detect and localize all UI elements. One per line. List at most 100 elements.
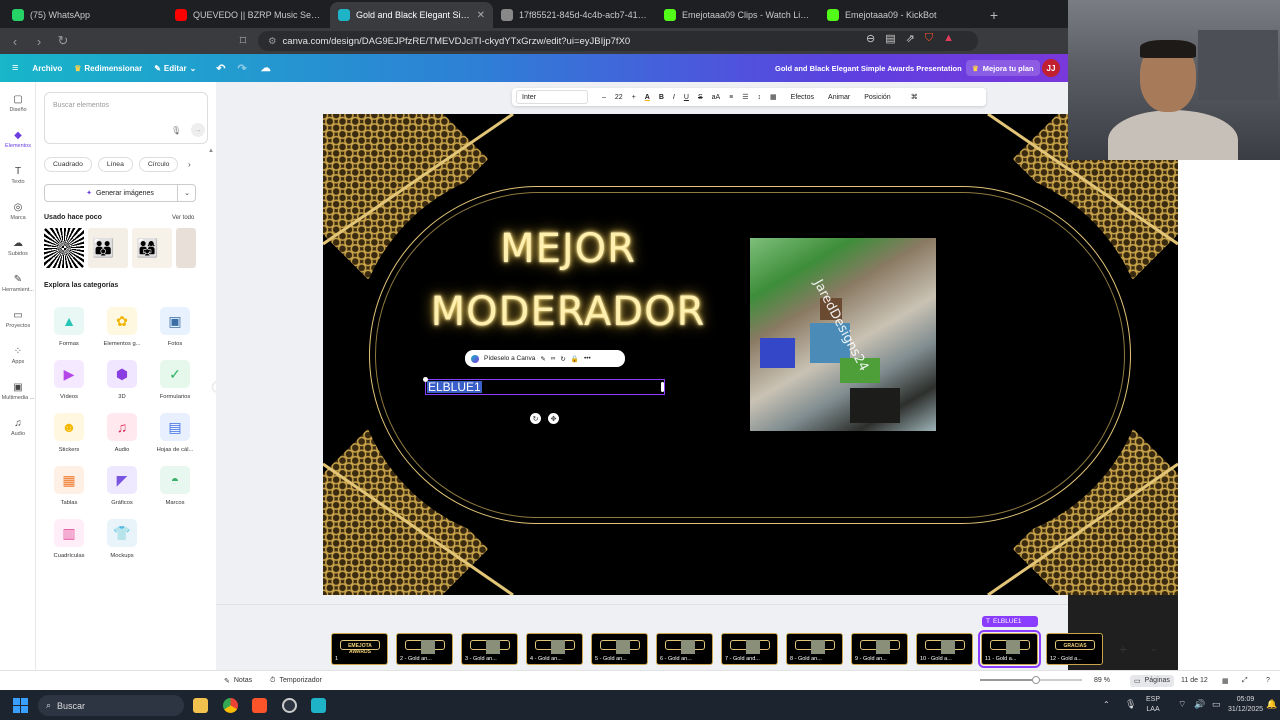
- page-thumbnail[interactable]: 3 - Gold an...: [461, 633, 518, 665]
- taskbar-search[interactable]: ⌕ Buscar: [38, 695, 184, 716]
- category-tile[interactable]: 👕 Mockups: [97, 519, 147, 559]
- generate-images-button[interactable]: ✦ Generar imágenes: [44, 184, 196, 202]
- page-thumbnail[interactable]: 10 - Gold a...: [916, 633, 973, 665]
- slide-canvas[interactable]: MEJOR MODERADOR JaredDesigns24: [323, 114, 1178, 595]
- avatar[interactable]: JJ: [1042, 59, 1060, 77]
- underline-button[interactable]: U: [684, 94, 689, 101]
- forward-icon[interactable]: ›: [32, 34, 46, 49]
- more-icon[interactable]: •••: [584, 355, 591, 362]
- file-explorer-icon[interactable]: [193, 698, 208, 713]
- category-tile[interactable]: ▤ Hojas de cál...: [150, 413, 200, 453]
- wifi-icon[interactable]: ⌔: [1178, 699, 1186, 709]
- back-icon[interactable]: ‹: [8, 34, 22, 49]
- fullscreen-icon[interactable]: ⤢: [1242, 677, 1248, 685]
- bookmark-icon[interactable]: ⌑: [236, 33, 250, 49]
- browser-tab[interactable]: (75) WhatsApp: [4, 2, 167, 28]
- list-icon[interactable]: ☰: [742, 93, 748, 101]
- category-tile[interactable]: ▶ Vídeos: [44, 360, 94, 400]
- font-size-decrease[interactable]: –: [602, 94, 606, 101]
- browser-tab[interactable]: Emejotaaa09 - KickBot: [819, 2, 982, 28]
- obs-icon[interactable]: [282, 698, 297, 713]
- align-icon[interactable]: ≡: [729, 94, 733, 101]
- rotate-handle-icon[interactable]: ↻: [530, 413, 541, 424]
- ask-canva-button[interactable]: Pídeselo a Canva: [484, 355, 535, 362]
- browser-tab[interactable]: 17f85521-845d-4c4b-acb7-41009dd: [493, 2, 656, 28]
- zoom-value[interactable]: 89 %: [1094, 677, 1110, 684]
- undo-icon[interactable]: ↶: [216, 62, 225, 75]
- microphone-icon[interactable]: 🎙: [171, 126, 181, 135]
- rail-item[interactable]: ✎ Herramient...: [0, 274, 36, 293]
- award-title-line2[interactable]: MODERADOR: [423, 289, 713, 335]
- reader-icon[interactable]: ▤: [885, 32, 895, 45]
- new-tab-button[interactable]: +: [982, 2, 1006, 28]
- add-page-button[interactable]: +: [1119, 641, 1127, 657]
- animate-button[interactable]: Animar: [828, 94, 850, 101]
- rail-item[interactable]: ◎ Marca: [0, 202, 36, 221]
- chevron-right-icon[interactable]: ›: [188, 160, 191, 169]
- page-thumbnail[interactable]: 5 - Gold an...: [591, 633, 648, 665]
- arrow-right-icon[interactable]: →: [191, 123, 205, 137]
- rail-item[interactable]: T Texto: [0, 166, 36, 185]
- rail-item[interactable]: ◆ Elementos: [0, 130, 36, 149]
- effects-button[interactable]: Efectos: [791, 94, 814, 101]
- shape-chip[interactable]: Círculo: [138, 157, 179, 172]
- search-input[interactable]: Buscar elementos 🎙 →: [44, 92, 208, 144]
- archivo-menu[interactable]: Archivo: [32, 64, 62, 73]
- category-tile[interactable]: ♫ Audio: [97, 413, 147, 453]
- chrome-icon[interactable]: [223, 698, 238, 713]
- rail-item[interactable]: ▣ Multimedia ...: [0, 382, 36, 401]
- selected-text-box[interactable]: ELBLUE1: [425, 379, 665, 395]
- close-icon[interactable]: ✕: [477, 10, 485, 21]
- tray-chevron-icon[interactable]: ⌃: [1103, 700, 1110, 710]
- category-tile[interactable]: ◓ Marcos: [150, 466, 200, 506]
- app-icon[interactable]: [311, 698, 326, 713]
- language-indicator[interactable]: ESP LAA: [1146, 695, 1160, 715]
- microphone-icon[interactable]: 🎙: [1125, 699, 1136, 709]
- notification-icon[interactable]: 🔔: [1266, 699, 1277, 709]
- see-all-link[interactable]: Ver todo: [172, 215, 194, 221]
- category-tile[interactable]: ⬢ 3D: [97, 360, 147, 400]
- transparency-icon[interactable]: ▦: [770, 93, 777, 101]
- font-size-value[interactable]: 22: [615, 94, 623, 101]
- text-color-icon[interactable]: A: [645, 94, 650, 101]
- zoom-slider[interactable]: [980, 676, 1082, 684]
- lock-icon[interactable]: 🔒: [571, 355, 579, 363]
- share-icon[interactable]: ⇗: [906, 32, 915, 45]
- page-thumbnail[interactable]: 6 - Gold an...: [656, 633, 713, 665]
- recent-item-person[interactable]: [176, 228, 196, 268]
- grid-view-icon[interactable]: ▦: [1222, 677, 1229, 685]
- document-title[interactable]: Gold and Black Elegant Simple Awards Pre…: [775, 64, 962, 73]
- timer-button[interactable]: ⏱ Temporizador: [270, 677, 322, 685]
- category-tile[interactable]: ☻ Stickers: [44, 413, 94, 453]
- move-handle-icon[interactable]: ✥: [548, 413, 559, 424]
- zoom-icon[interactable]: ⊖: [866, 32, 875, 45]
- battery-icon[interactable]: ▭: [1212, 699, 1221, 709]
- site-info-icon[interactable]: ⚙: [268, 36, 277, 47]
- volume-icon[interactable]: 🔊: [1194, 699, 1205, 709]
- edit-menu[interactable]: ✎ Editar ⌄: [154, 64, 196, 73]
- page-thumbnail[interactable]: 7 - Gold and...: [721, 633, 778, 665]
- rail-item[interactable]: ▢ Diseño: [0, 94, 36, 113]
- strikethrough-button[interactable]: S: [698, 94, 703, 101]
- page-thumbnail[interactable]: 4 - Gold an...: [526, 633, 583, 665]
- award-title-line1[interactable]: MEJOR: [433, 226, 703, 272]
- redo-icon[interactable]: ↷: [237, 62, 246, 75]
- recent-item-people[interactable]: 👪: [88, 228, 128, 268]
- category-tile[interactable]: ✿ Elementos g...: [97, 307, 147, 347]
- pages-button[interactable]: ▭ Páginas: [1130, 674, 1174, 687]
- cloud-saved-icon[interactable]: ☁: [261, 63, 271, 74]
- font-size-increase[interactable]: +: [632, 94, 636, 101]
- link-icon[interactable]: ∞: [551, 355, 556, 362]
- category-tile[interactable]: ✓ Formularios: [150, 360, 200, 400]
- scroll-up-icon[interactable]: ▲: [208, 148, 214, 154]
- recent-item-burst[interactable]: [44, 228, 84, 268]
- page-thumbnail[interactable]: EMEJOTA AWARDS 1: [331, 633, 388, 665]
- category-tile[interactable]: ◤ Gráficos: [97, 466, 147, 506]
- category-tile[interactable]: ▲ Formas: [44, 307, 94, 347]
- page-thumbnail[interactable]: 2 - Gold an...: [396, 633, 453, 665]
- spacing-icon[interactable]: ↕: [758, 94, 762, 101]
- chevron-down-icon[interactable]: ⌄: [177, 184, 196, 202]
- copy-style-icon[interactable]: ⌘: [911, 93, 918, 101]
- page-thumbnail[interactable]: GRACIAS 12 - Gold a...: [1046, 633, 1103, 665]
- help-icon[interactable]: ?: [1266, 677, 1270, 684]
